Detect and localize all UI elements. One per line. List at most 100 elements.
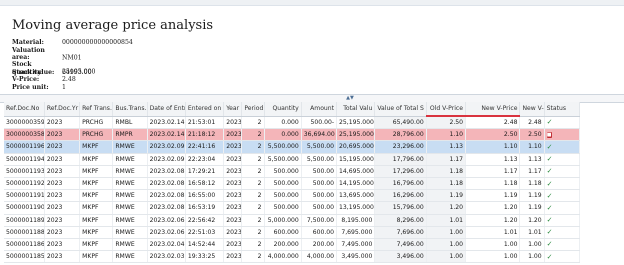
row-ref-trans[interactable]: MKPF [79, 189, 114, 203]
row-ref-doc-yr[interactable]: 2023 [44, 238, 81, 252]
row-date-of-entry[interactable]: 2023.02.08 [147, 201, 186, 215]
row-year[interactable]: 2023 [223, 116, 243, 130]
row-period[interactable]: 2 [241, 189, 265, 203]
table-row[interactable]: 5000001189 2023 MKPF RMWE 2023.02.06 22:56:42… [4, 214, 581, 227]
row-new-v[interactable]: 2.50 [519, 128, 545, 142]
row-ref-doc-yr[interactable]: 2023 [44, 165, 81, 178]
row-total-value[interactable]: 13,195.000 [336, 201, 376, 215]
row-value-of-total-stock[interactable]: 17,796.00 [374, 153, 427, 166]
row-new-v[interactable]: 2.48 [519, 116, 545, 130]
row-year[interactable]: 2023 [223, 189, 243, 203]
row-bus-trans[interactable]: RMPR [112, 128, 148, 142]
row-date-of-entry[interactable]: 2023.02.08 [147, 165, 186, 178]
row-old-v-price[interactable]: 1.10 [426, 128, 467, 142]
row-amount[interactable]: 5,500.00 [301, 140, 338, 154]
row-amount[interactable]: 500.00 [301, 189, 338, 203]
row-ref-doc-no[interactable]: 5000001188 [4, 226, 45, 239]
table-row[interactable]: 5000001190 2023 MKPF RMWE 2023.02.08 16:53:19… [4, 201, 581, 215]
row-new-v-price[interactable]: 1.00 [465, 250, 521, 264]
row-ref-trans[interactable]: MKPF [79, 214, 114, 227]
row-new-v-price[interactable]: 1.20 [465, 201, 521, 215]
row-ref-trans[interactable]: MKPF [79, 165, 114, 178]
row-amount[interactable]: 500.00 [301, 165, 338, 178]
row-entered-on[interactable]: 16:55:00 [185, 189, 225, 203]
row-total-value[interactable]: 25,195.000 [336, 116, 376, 130]
row-new-v[interactable]: 1.13 [519, 153, 545, 166]
col-amount[interactable]: Amount [301, 102, 338, 117]
row-bus-trans[interactable]: RMWE [112, 226, 148, 239]
row-value-of-total-stock[interactable]: 7,496.00 [374, 238, 427, 252]
row-total-value[interactable]: 7,695.000 [336, 226, 376, 239]
row-ref-trans[interactable]: MKPF [79, 153, 114, 166]
row-ref-doc-no[interactable]: 5000001186 [4, 238, 45, 252]
row-entered-on[interactable]: 16:58:12 [185, 177, 225, 191]
row-amount[interactable]: 200.00 [301, 238, 338, 252]
row-ref-doc-no[interactable]: 5000001194 [4, 153, 45, 166]
row-total-value[interactable]: 20,695.000 [336, 140, 376, 154]
row-ref-doc-yr[interactable]: 2023 [44, 153, 81, 166]
row-ref-doc-yr[interactable]: 2023 [44, 201, 81, 215]
row-bus-trans[interactable]: RMWE [112, 140, 148, 154]
table-row[interactable]: 3000000358 2023 PRCHG RMPR 2023.02.14 21:18:1… [4, 128, 581, 142]
row-total-value[interactable]: 25,195.000 [336, 128, 376, 142]
row-period[interactable]: 2 [241, 116, 265, 130]
row-entered-on[interactable]: 16:53:19 [185, 201, 225, 215]
row-amount[interactable]: 5,500.00 [301, 153, 338, 166]
row-period[interactable]: 2 [241, 140, 265, 154]
row-entered-on[interactable]: 21:18:12 [185, 128, 225, 142]
row-year[interactable]: 2023 [223, 165, 243, 178]
row-quantity[interactable]: 500.000 [264, 189, 302, 203]
row-old-v-price[interactable]: 1.13 [426, 140, 467, 154]
row-year[interactable]: 2023 [223, 214, 243, 227]
row-new-v-price[interactable]: 1.10 [465, 140, 521, 154]
row-new-v-price[interactable]: 1.00 [465, 238, 521, 252]
table-row[interactable]: 5000001185 2023 MKPF RMWE 2023.02.03 19:33:25… [4, 250, 581, 264]
row-new-v-price[interactable]: 1.19 [465, 189, 521, 203]
row-new-v[interactable]: 1.17 [519, 165, 545, 178]
row-old-v-price[interactable]: 1.20 [426, 201, 467, 215]
col-total-value[interactable]: Total Valu [336, 102, 376, 117]
row-date-of-entry[interactable]: 2023.02.14 [147, 128, 186, 142]
row-ref-doc-yr[interactable]: 2023 [44, 226, 81, 239]
row-amount[interactable]: 500.00 [301, 201, 338, 215]
row-new-v-price[interactable]: 2.50 [465, 128, 521, 142]
row-ref-doc-yr[interactable]: 2023 [44, 128, 81, 142]
col-bus-trans[interactable]: Bus.Trans. [112, 102, 148, 117]
row-entered-on[interactable]: 22:41:16 [185, 140, 225, 154]
row-date-of-entry[interactable]: 2023.02.09 [147, 153, 186, 166]
row-old-v-price[interactable]: 1.17 [426, 153, 467, 166]
row-new-v[interactable]: 1.10 [519, 140, 545, 154]
row-date-of-entry[interactable]: 2023.02.14 [147, 116, 186, 130]
row-value-of-total-stock[interactable]: 17,296.00 [374, 165, 427, 178]
row-amount[interactable]: 500.00- [301, 116, 338, 130]
row-amount[interactable]: 500.00 [301, 177, 338, 191]
row-ref-trans[interactable]: MKPF [79, 250, 114, 264]
col-ref-doc-no[interactable]: Ref.Doc.No [4, 102, 45, 117]
row-value-of-total-stock[interactable]: 23,296.00 [374, 140, 427, 154]
row-new-v-price[interactable]: 1.20 [465, 214, 521, 227]
table-row[interactable]: 3000000359 2023 PRCHG RMBL 2023.02.14 21:53:0… [4, 116, 581, 130]
row-ref-trans[interactable]: MKPF [79, 140, 114, 154]
row-old-v-price[interactable]: 1.18 [426, 165, 467, 178]
row-quantity[interactable]: 0.000 [264, 116, 302, 130]
row-bus-trans[interactable]: RMWE [112, 238, 148, 252]
row-ref-doc-no[interactable]: 5000001193 [4, 165, 45, 178]
row-new-v[interactable]: 1.00 [519, 250, 545, 264]
row-value-of-total-stock[interactable]: 8,296.00 [374, 214, 427, 227]
row-value-of-total-stock[interactable]: 15,796.00 [374, 201, 427, 215]
row-ref-doc-yr[interactable]: 2023 [44, 214, 81, 227]
row-ref-trans[interactable]: MKPF [79, 238, 114, 252]
row-new-v[interactable]: 1.19 [519, 189, 545, 203]
col-new-v[interactable]: New V- [519, 102, 545, 117]
row-ref-doc-no[interactable]: 5000001192 [4, 177, 45, 191]
row-total-value[interactable]: 14,695.000 [336, 165, 376, 178]
row-ref-doc-no[interactable]: 5000001185 [4, 250, 45, 264]
row-period[interactable]: 2 [241, 214, 265, 227]
row-period[interactable]: 2 [241, 238, 265, 252]
row-year[interactable]: 2023 [223, 238, 243, 252]
row-total-value[interactable]: 7,495.000 [336, 238, 376, 252]
row-new-v[interactable]: 1.20 [519, 214, 545, 227]
row-ref-doc-yr[interactable]: 2023 [44, 116, 81, 130]
col-new-v-price[interactable]: New V-Price [465, 102, 521, 117]
row-entered-on[interactable]: 19:33:25 [185, 250, 225, 264]
